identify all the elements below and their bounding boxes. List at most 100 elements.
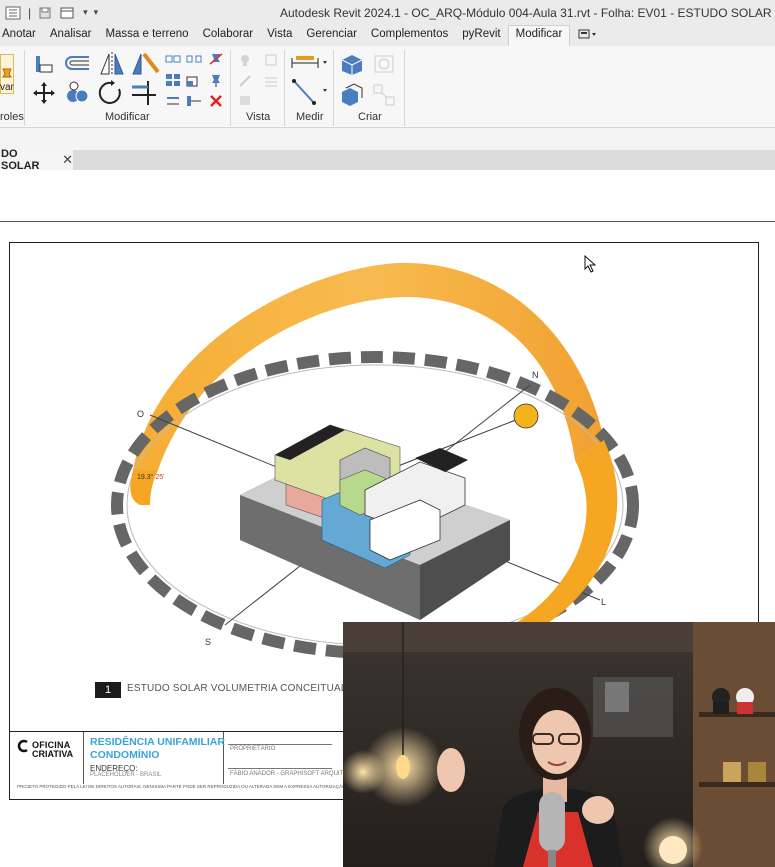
extend-icon	[187, 96, 201, 106]
linework-button[interactable]	[236, 73, 254, 89]
copy-button[interactable]	[64, 79, 92, 107]
dropdown-icon[interactable]: ▾	[83, 7, 88, 18]
dimension-icon	[292, 79, 327, 105]
assembly-icon	[374, 55, 394, 73]
extend-button[interactable]	[186, 94, 202, 108]
trim-extend-button[interactable]	[130, 79, 158, 107]
tab-analisar[interactable]: Analisar	[43, 25, 99, 46]
tab-gerenciar[interactable]: Gerenciar	[299, 25, 364, 46]
tab-complementos[interactable]: Complementos	[364, 25, 455, 46]
webcam-overlay	[343, 622, 775, 867]
panel-label-criar: Criar	[358, 111, 382, 123]
ribbon-tabs: Anotar Analisar Massa e terreno Colaborar Vi…	[0, 25, 775, 46]
lightbulb-icon	[241, 55, 249, 66]
panel-separator	[333, 50, 334, 126]
measure-distance-button[interactable]	[290, 52, 330, 72]
revit-window: | ▾ ▾ Autodesk Revit 2024.1 - OC_ARQ-Mód…	[0, 0, 775, 867]
quick-access-toolbar: | ▾ ▾	[0, 5, 110, 21]
title-bar: | ▾ ▾ Autodesk Revit 2024.1 - OC_ARQ-Mód…	[0, 0, 775, 25]
window-title: Autodesk Revit 2024.1 - OC_ARQ-Módulo 00…	[280, 6, 772, 20]
project-title-line1: RESIDÊNCIA UNIFAMILIAR	[90, 736, 225, 748]
array-icon	[166, 74, 180, 86]
cursor-icon	[584, 255, 597, 273]
sun-angle-label: 19.3° 25'	[137, 474, 165, 481]
offset-button[interactable]	[64, 52, 92, 76]
panel-label-medir: Medir	[296, 111, 324, 123]
trim-multi-button[interactable]	[165, 94, 181, 108]
split-gap-button[interactable]	[186, 52, 202, 66]
sun-angle-value: 19.3°	[137, 474, 154, 481]
compass-east: L	[601, 597, 607, 607]
mirror-button[interactable]	[97, 50, 127, 78]
divider	[228, 744, 332, 745]
create-group-button[interactable]	[338, 82, 366, 108]
split-button[interactable]	[165, 52, 181, 66]
compass-north: N	[532, 370, 539, 380]
measure-icon	[291, 56, 327, 68]
tab-vista[interactable]: Vista	[260, 25, 299, 46]
tab-massa-e-terreno[interactable]: Massa e terreno	[98, 25, 195, 46]
line-styles-icon	[265, 77, 277, 87]
panel-separator	[24, 50, 25, 126]
line-styles-button[interactable]	[262, 73, 280, 89]
split-gap-icon	[186, 55, 202, 63]
compass-west: O	[137, 409, 145, 419]
proprietario-label: PROPRIETÁRIO	[230, 746, 276, 752]
presenter-video-frame	[343, 622, 775, 867]
sheet-footnote: PROJETO PROTEGIDO PELA LEI DE DIREITOS A…	[17, 784, 372, 789]
rotate-button[interactable]	[97, 79, 125, 107]
parts-icon	[341, 55, 363, 75]
ribbon-panel-area: var roles Modificar Vista Medir Criar	[0, 46, 775, 128]
delete-icon	[210, 95, 222, 107]
separator: |	[28, 5, 32, 20]
move-button[interactable]	[32, 81, 56, 105]
split-icon	[165, 55, 181, 63]
panel-separator	[284, 50, 285, 126]
create-assembly-button[interactable]	[370, 52, 398, 76]
delete-button[interactable]	[208, 94, 224, 108]
align-button[interactable]	[32, 52, 56, 76]
similar-icon	[373, 84, 395, 106]
menu-icon[interactable]	[4, 5, 22, 21]
compass-south: S	[205, 637, 212, 647]
scale-icon	[186, 76, 198, 87]
rotate-icon	[98, 80, 121, 104]
mirror-icon	[100, 52, 124, 76]
override-graphics-button[interactable]	[262, 52, 280, 68]
create-parts-button[interactable]	[338, 52, 366, 76]
move-icon	[33, 82, 55, 104]
mirror-draw-icon	[132, 52, 160, 75]
sun-angle-suffix: 25'	[155, 474, 165, 481]
create-similar-button[interactable]	[370, 82, 398, 108]
tab-modificar[interactable]: Modificar	[507, 25, 571, 46]
unpin-button[interactable]	[208, 52, 224, 66]
brush-icon	[239, 75, 251, 87]
close-icon[interactable]: ✕	[62, 152, 73, 168]
unpin-icon	[209, 53, 223, 65]
array-button[interactable]	[165, 73, 181, 87]
pin-button[interactable]	[208, 73, 224, 87]
tab-pyrevit[interactable]: pyRevit	[455, 25, 507, 46]
logo-line2: CRIATIVA	[32, 749, 74, 759]
aligned-dimension-button[interactable]	[290, 76, 330, 108]
view-tab-estudo-solar[interactable]: DO SOLAR ✕	[0, 148, 73, 172]
customize-qat-icon[interactable]: ▾	[94, 7, 99, 18]
save-icon[interactable]	[37, 5, 53, 21]
view-tab-bar: DO SOLAR ✕	[0, 148, 775, 172]
view-tab-label: DO SOLAR	[1, 148, 40, 172]
endereco-value: PLACEHOLDER - BRASIL	[90, 772, 162, 778]
align-icon	[36, 56, 53, 73]
tab-colaborar[interactable]: Colaborar	[196, 25, 261, 46]
mirror-draw-axis-button[interactable]	[130, 50, 160, 78]
tab-anotar[interactable]: Anotar	[0, 25, 43, 46]
filter-button[interactable]	[236, 92, 254, 108]
ribbon-minimize-icon[interactable]	[570, 25, 606, 46]
pin-icon	[2, 68, 12, 78]
offset-icon	[65, 56, 89, 70]
sync-icon[interactable]	[59, 5, 77, 21]
override-icon	[265, 54, 277, 66]
canvas-top-area	[0, 170, 775, 222]
hide-element-button[interactable]	[236, 52, 254, 68]
scale-button[interactable]	[186, 73, 202, 87]
copy-icon	[67, 81, 89, 103]
